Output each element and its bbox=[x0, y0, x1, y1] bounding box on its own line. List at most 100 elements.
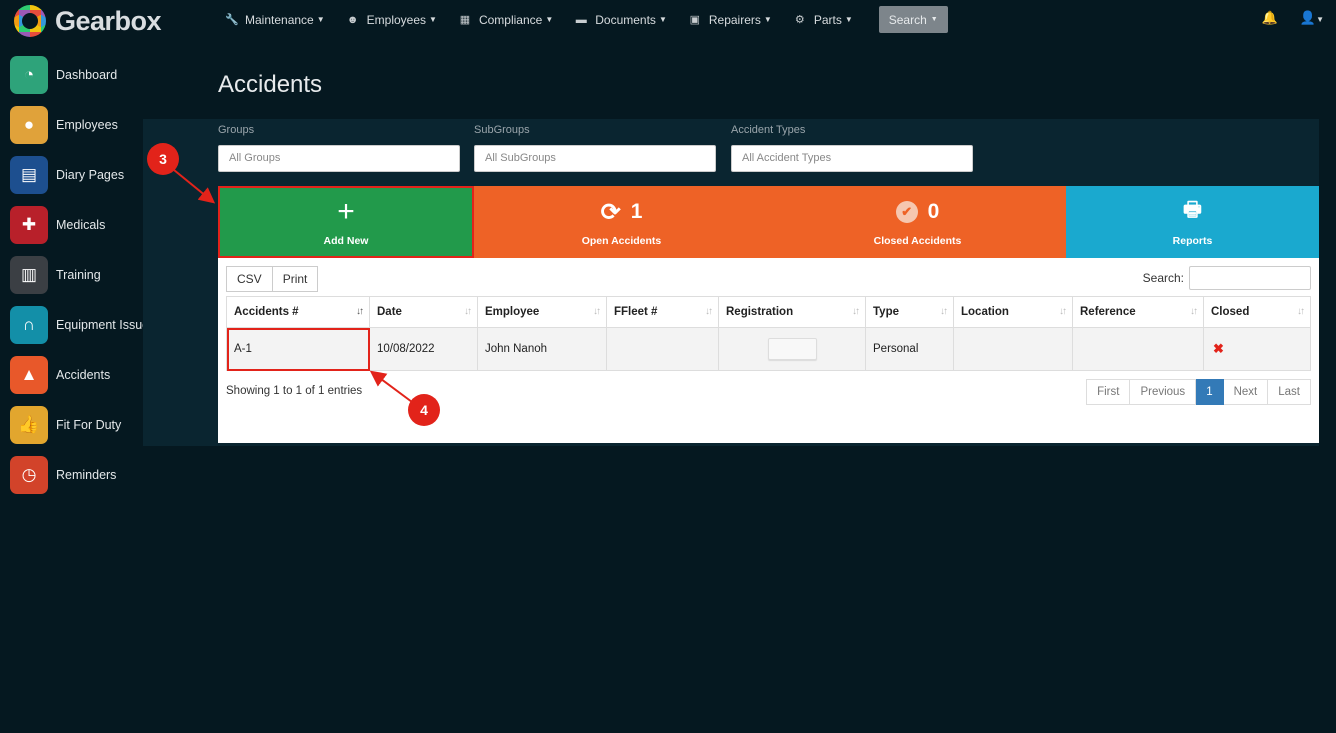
column-header-label: Reference bbox=[1080, 306, 1136, 318]
printer-icon: 🖶 bbox=[1183, 199, 1202, 221]
sidebar-item-label: Reminders bbox=[56, 468, 117, 482]
nav-label: Employees bbox=[366, 12, 427, 27]
table-info: Showing 1 to 1 of 1 entries bbox=[226, 385, 363, 397]
logo-icon bbox=[14, 5, 46, 37]
open-count: 1 bbox=[630, 200, 643, 223]
column-header[interactable]: Location ↓↑ bbox=[953, 296, 1073, 328]
document-icon: ▤ bbox=[10, 156, 48, 194]
cell-accident-number[interactable]: A-1 bbox=[226, 327, 370, 371]
cell-fleet bbox=[606, 327, 719, 371]
pager-first[interactable]: First bbox=[1086, 379, 1131, 405]
column-header[interactable]: FFleet # ↓↑ bbox=[606, 296, 719, 328]
gear-icon: ⚙ bbox=[794, 14, 805, 26]
sidebar-item-label: Employees bbox=[56, 118, 118, 132]
nav-employees[interactable]: ☻ Employees ▼ bbox=[347, 13, 437, 27]
pager-page-1[interactable]: 1 bbox=[1196, 379, 1224, 405]
sidebar-item-diary-pages[interactable]: ▤ Diary Pages bbox=[0, 150, 150, 200]
reports-tile[interactable]: 🖶 Reports bbox=[1066, 186, 1319, 258]
nav-repairers[interactable]: ▣ Repairers ▼ bbox=[689, 13, 772, 27]
sidebar: ◔ Dashboard ● Employees ▤ Diary Pages ✚ Medical… bbox=[0, 50, 150, 500]
filter-subgroups: SubGroups All SubGroups bbox=[474, 124, 716, 172]
open-accidents-tile[interactable]: ⟳ 1 Open Accidents bbox=[474, 186, 769, 258]
caret-down-icon: ▼ bbox=[316, 15, 325, 24]
column-header-label: Accidents # bbox=[234, 306, 299, 318]
nav-maintenance[interactable]: 🔧 Maintenance ▼ bbox=[225, 13, 325, 27]
pagination: First Previous 1 Next Last bbox=[1086, 379, 1311, 405]
registration-button[interactable] bbox=[768, 338, 817, 360]
tile-label: Reports bbox=[1172, 235, 1213, 247]
sidebar-item-equipment-issue[interactable]: ∩ Equipment Issue bbox=[0, 300, 150, 350]
column-header[interactable]: Closed ↓↑ bbox=[1203, 296, 1311, 328]
nav-parts[interactable]: ⚙ Parts ▼ bbox=[794, 13, 853, 27]
column-header[interactable]: Registration ↓↑ bbox=[718, 296, 866, 328]
accidents-table-panel: CSV Print Search: Accidents # ↓↑ Date ↓↑ Emp… bbox=[218, 258, 1319, 443]
sidebar-item-reminders[interactable]: ◷ Reminders bbox=[0, 450, 150, 500]
cell-reference bbox=[1072, 327, 1204, 371]
accident-types-select[interactable]: All Accident Types bbox=[731, 145, 973, 172]
user-icon: ● bbox=[10, 106, 48, 144]
export-buttons: CSV Print bbox=[226, 266, 319, 292]
pager-next[interactable]: Next bbox=[1223, 379, 1269, 405]
annotation-badge-4: 4 bbox=[408, 394, 440, 426]
column-header[interactable]: Accidents # ↓↑ bbox=[226, 296, 370, 328]
sidebar-item-label: Dashboard bbox=[56, 68, 118, 82]
app-logo[interactable]: Gearbox bbox=[14, 5, 162, 37]
sidebar-item-dashboard[interactable]: ◔ Dashboard bbox=[0, 50, 150, 100]
search-label: Search: bbox=[1142, 271, 1184, 285]
column-header-label: Type bbox=[873, 306, 899, 318]
sidebar-item-accidents[interactable]: ▲ Accidents bbox=[0, 350, 150, 400]
warning-icon: ▲ bbox=[10, 356, 48, 394]
sidebar-item-training[interactable]: ▥ Training bbox=[0, 250, 150, 300]
search-input[interactable] bbox=[1189, 266, 1311, 290]
cell-location bbox=[953, 327, 1073, 371]
caret-down-icon: ▼ bbox=[763, 15, 772, 24]
nav-label: Parts bbox=[813, 12, 842, 27]
filter-accident-types: Accident Types All Accident Types bbox=[731, 124, 973, 172]
tile-label: Open Accidents bbox=[581, 235, 662, 247]
cell-type: Personal bbox=[865, 327, 954, 371]
pager-previous[interactable]: Previous bbox=[1130, 379, 1197, 405]
refresh-icon: ⟳ bbox=[600, 198, 621, 226]
column-header[interactable]: Type ↓↑ bbox=[865, 296, 954, 328]
sidebar-item-medicals[interactable]: ✚ Medicals bbox=[0, 200, 150, 250]
user-icon: 👤 bbox=[1299, 10, 1317, 25]
nav-label: Repairers bbox=[708, 12, 761, 27]
nav-compliance[interactable]: ▦ Compliance ▼ bbox=[459, 13, 554, 27]
nav-documents[interactable]: ▬ Documents ▼ bbox=[575, 13, 667, 27]
column-header[interactable]: Employee ↓↑ bbox=[477, 296, 607, 328]
sort-icon: ↓↑ bbox=[852, 306, 860, 317]
table-header-row: Accidents # ↓↑ Date ↓↑ Employee ↓↑ FFleet # ↓↑ R… bbox=[226, 296, 1311, 328]
bell-icon[interactable]: 🔔 bbox=[1262, 10, 1278, 26]
caret-down-icon: ▼ bbox=[844, 15, 853, 24]
groups-select[interactable]: All Groups bbox=[218, 145, 460, 172]
subgroups-select[interactable]: All SubGroups bbox=[474, 145, 716, 172]
sort-icon: ↓↑ bbox=[593, 306, 601, 317]
search-dropdown-button[interactable]: Search ▼ bbox=[878, 6, 948, 33]
top-right-actions: 🔔 👤▼ bbox=[1262, 10, 1324, 26]
column-header-label: Employee bbox=[485, 306, 540, 318]
pager-last[interactable]: Last bbox=[1268, 379, 1311, 405]
user-menu[interactable]: 👤▼ bbox=[1300, 10, 1324, 26]
summary-tiles: + Add New ⟳ 1 Open Accidents ✔ 0 Closed Ac… bbox=[218, 186, 1319, 258]
column-header[interactable]: Date ↓↑ bbox=[369, 296, 478, 328]
closed-accidents-tile[interactable]: ✔ 0 Closed Accidents bbox=[769, 186, 1066, 258]
csv-button[interactable]: CSV bbox=[226, 266, 273, 292]
column-header-label: Registration bbox=[726, 306, 794, 318]
print-button[interactable]: Print bbox=[272, 266, 319, 292]
calendar-icon: ▦ bbox=[459, 14, 471, 26]
table-row[interactable]: A-1 10/08/2022 John Nanoh Personal ✖ bbox=[226, 327, 1311, 371]
add-new-tile[interactable]: + Add New bbox=[218, 186, 474, 258]
sidebar-item-fit-for-duty[interactable]: 👍 Fit For Duty bbox=[0, 400, 150, 450]
cell-date: 10/08/2022 bbox=[369, 327, 478, 371]
sidebar-item-label: Accidents bbox=[56, 368, 111, 382]
caret-down-icon: ▼ bbox=[1316, 15, 1324, 24]
speedometer-icon: ◔ bbox=[10, 56, 48, 94]
tile-label: Closed Accidents bbox=[873, 235, 962, 247]
top-navbar: Gearbox 🔧 Maintenance ▼ ☻ Employees ▼ ▦ … bbox=[0, 0, 1336, 40]
column-header[interactable]: Reference ↓↑ bbox=[1072, 296, 1204, 328]
wrench-icon: 🔧 bbox=[225, 14, 239, 26]
id-badge-icon: ▥ bbox=[10, 256, 48, 294]
sidebar-item-employees[interactable]: ● Employees bbox=[0, 100, 150, 150]
sort-icon: ↓↑ bbox=[356, 306, 364, 317]
column-header-label: Location bbox=[961, 306, 1009, 318]
